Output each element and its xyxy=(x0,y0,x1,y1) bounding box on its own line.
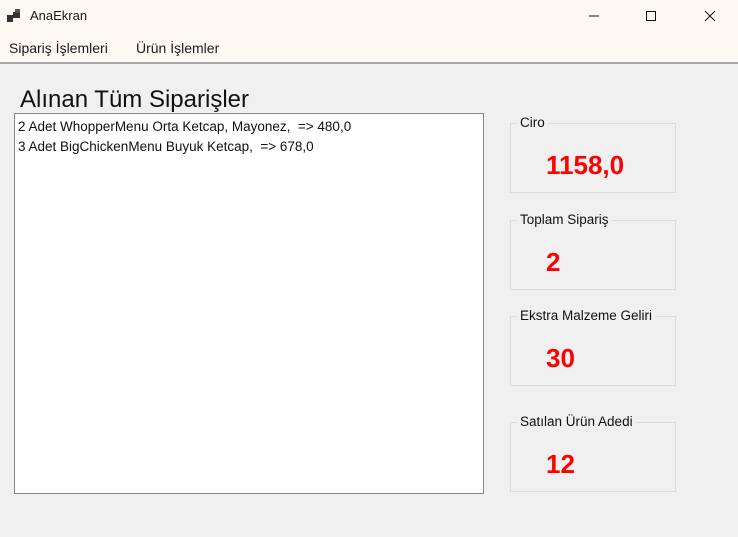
page-title: Alınan Tüm Siparişler xyxy=(20,86,249,113)
close-button[interactable] xyxy=(682,0,738,32)
maximize-button[interactable] xyxy=(623,0,679,32)
menu-item-urun-islemler[interactable]: Ürün İşlemler xyxy=(136,40,219,56)
close-icon xyxy=(704,10,716,22)
menu-item-siparis-islemleri[interactable]: Sipariş İşlemleri xyxy=(9,40,108,56)
stat-group-toplam-siparis: Toplam Sipariş 2 xyxy=(510,212,676,290)
stat-group-satilan-urun-adedi: Satılan Ürün Adedi 12 xyxy=(510,414,676,492)
stat-value-satilan-urun-adedi: 12 xyxy=(546,449,575,479)
maximize-icon xyxy=(646,11,656,21)
stat-value-toplam-siparis: 2 xyxy=(546,247,561,277)
stat-group-ciro: Ciro 1158,0 xyxy=(510,115,676,193)
stat-value-ekstra-malzeme-geliri: 30 xyxy=(546,343,575,373)
stat-value-ciro: 1158,0 xyxy=(546,150,625,180)
orders-listbox[interactable]: 2 Adet WhopperMenu Orta Ketcap, Mayonez,… xyxy=(14,113,484,494)
list-item[interactable]: 2 Adet WhopperMenu Orta Ketcap, Mayonez,… xyxy=(18,119,351,134)
list-item[interactable]: 3 Adet BigChickenMenu Buyuk Ketcap, => 6… xyxy=(18,139,314,154)
title-bar: AnaEkran xyxy=(0,0,738,32)
window-title: AnaEkran xyxy=(30,8,88,23)
app-icon xyxy=(6,8,22,24)
stat-label-satilan-urun-adedi: Satılan Ürün Adedi xyxy=(517,414,636,429)
stat-label-toplam-siparis: Toplam Sipariş xyxy=(517,212,612,227)
stat-label-ciro: Ciro xyxy=(517,115,548,130)
minimize-button[interactable] xyxy=(566,0,622,32)
menu-bar: Sipariş İşlemleri Ürün İşlemler xyxy=(0,32,738,64)
stat-label-ekstra-malzeme-geliri: Ekstra Malzeme Geliri xyxy=(517,308,656,323)
minimize-icon xyxy=(589,15,599,17)
stat-group-ekstra-malzeme-geliri: Ekstra Malzeme Geliri 30 xyxy=(510,308,676,386)
